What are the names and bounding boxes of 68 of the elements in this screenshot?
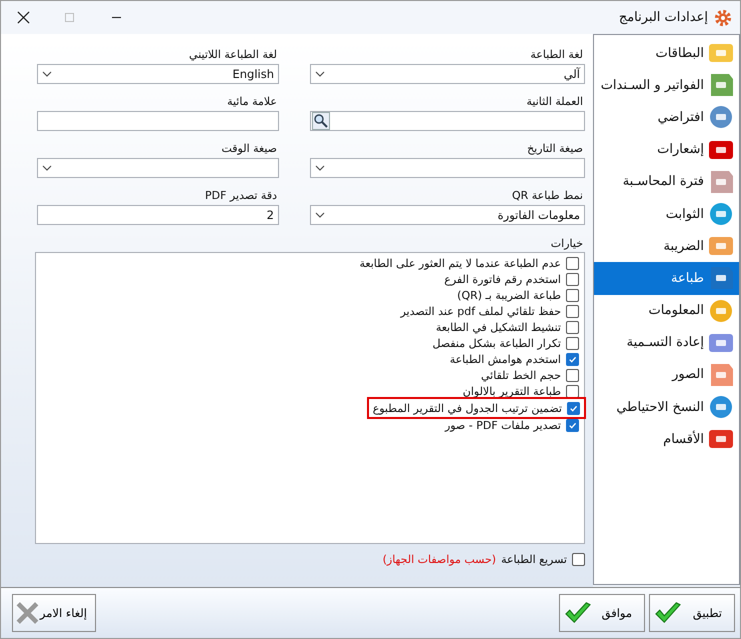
dropdown[interactable]: آلي (310, 64, 585, 84)
dropdown[interactable]: معلومات الفاتورة (310, 205, 585, 225)
caret-icon (42, 71, 52, 77)
sidebar-item[interactable]: الأقسام (594, 423, 739, 456)
option-label: حفظ تلقائي لملف pdf عند التصدير (400, 304, 561, 318)
field-label: العملة الثانية (526, 95, 584, 108)
field-label: صيغة الوقت (221, 142, 278, 155)
sidebar-item[interactable]: فترة المحاسـبة (594, 166, 739, 198)
dropdown[interactable]: English (37, 64, 279, 84)
input-field[interactable]: 2 (37, 205, 279, 225)
option-label: تكرار الطباعة بشكل منفصل (432, 336, 561, 350)
options-label: خيارات (550, 237, 584, 250)
option-label: تنشيط التشكيل في الطابعة (436, 320, 561, 334)
option-note: (حسب مواصفات الجهاز) (382, 553, 496, 566)
option-label: تضمين ترتيب الجدول في التقرير المطبوع (372, 402, 562, 414)
check-icon (564, 601, 592, 625)
option-label: عدم الطباعة عندما لا يتم العثور على الطابعة (359, 256, 561, 270)
lookup-field[interactable] (310, 111, 585, 131)
close-icon[interactable] (17, 11, 30, 24)
caret-icon (42, 165, 52, 171)
checkbox[interactable] (566, 272, 579, 286)
field-label: صيغة التاريخ (527, 142, 584, 155)
checkbox[interactable] (566, 352, 579, 366)
cross-icon (15, 601, 40, 625)
sidebar-item[interactable]: البطاقات (594, 37, 739, 70)
checkbox[interactable] (566, 336, 579, 350)
option-label: حجم الخط تلقائي (480, 368, 561, 382)
field-label: لغة الطباعة (530, 48, 584, 61)
sidebar-item[interactable]: النسخ الاحتياطي (594, 391, 739, 424)
field-label: لغة الطباعة اللاتيني (189, 48, 278, 61)
option-label: طباعة التقرير بالالوان (462, 384, 561, 398)
ok-button[interactable]: موافق (559, 594, 645, 632)
caret-icon (315, 71, 325, 77)
option-label: طباعة الضريبة بـ (QR) (457, 288, 561, 302)
cancel-button[interactable]: إلغاء الامر (12, 594, 96, 632)
search-icon[interactable] (312, 112, 330, 130)
sidebar-item[interactable]: إعادة التسـمية (594, 326, 739, 359)
field-label: نمط طباعة QR (512, 189, 584, 202)
checkbox[interactable] (572, 553, 585, 566)
checkbox[interactable] (566, 304, 579, 318)
checkbox[interactable] (566, 418, 579, 432)
checkbox[interactable] (566, 368, 579, 382)
apply-button[interactable]: تطبيق (649, 594, 735, 632)
input-field[interactable] (37, 111, 279, 131)
sidebar-item[interactable]: المعلومات (594, 294, 739, 327)
caret-icon (315, 165, 325, 171)
sidebar-item[interactable]: إشعارات (594, 134, 739, 166)
checkbox[interactable] (566, 256, 579, 270)
sidebar-item[interactable]: الفواتير و السـندات (594, 69, 739, 102)
checkbox[interactable] (567, 402, 580, 414)
option-label: استخدم هوامش الطباعة (450, 352, 561, 366)
window-title: إعدادات البرنامج (618, 10, 708, 25)
caret-icon (315, 212, 325, 218)
sidebar-item[interactable]: الضريبة (594, 230, 739, 262)
sidebar-item[interactable]: الثوابت (594, 198, 739, 230)
field-label: دقة تصدير PDF (205, 189, 278, 202)
option-label: تصدير ملفات PDF - صور (444, 418, 561, 432)
checkbox[interactable] (566, 320, 579, 334)
checkbox[interactable] (566, 384, 579, 398)
check-icon (654, 601, 682, 625)
option-label: استخدم رقم فاتورة الفرع (444, 272, 561, 286)
checkbox[interactable] (566, 288, 579, 302)
field-label: علامة مائية (227, 95, 278, 108)
option-label: تسريع الطباعة (501, 553, 567, 566)
sidebar-item[interactable]: الصور (594, 358, 739, 392)
gear-icon (714, 8, 732, 26)
sidebar-item[interactable]: افتراضي (594, 101, 739, 134)
sidebar-item[interactable]: طباعة (594, 262, 739, 294)
